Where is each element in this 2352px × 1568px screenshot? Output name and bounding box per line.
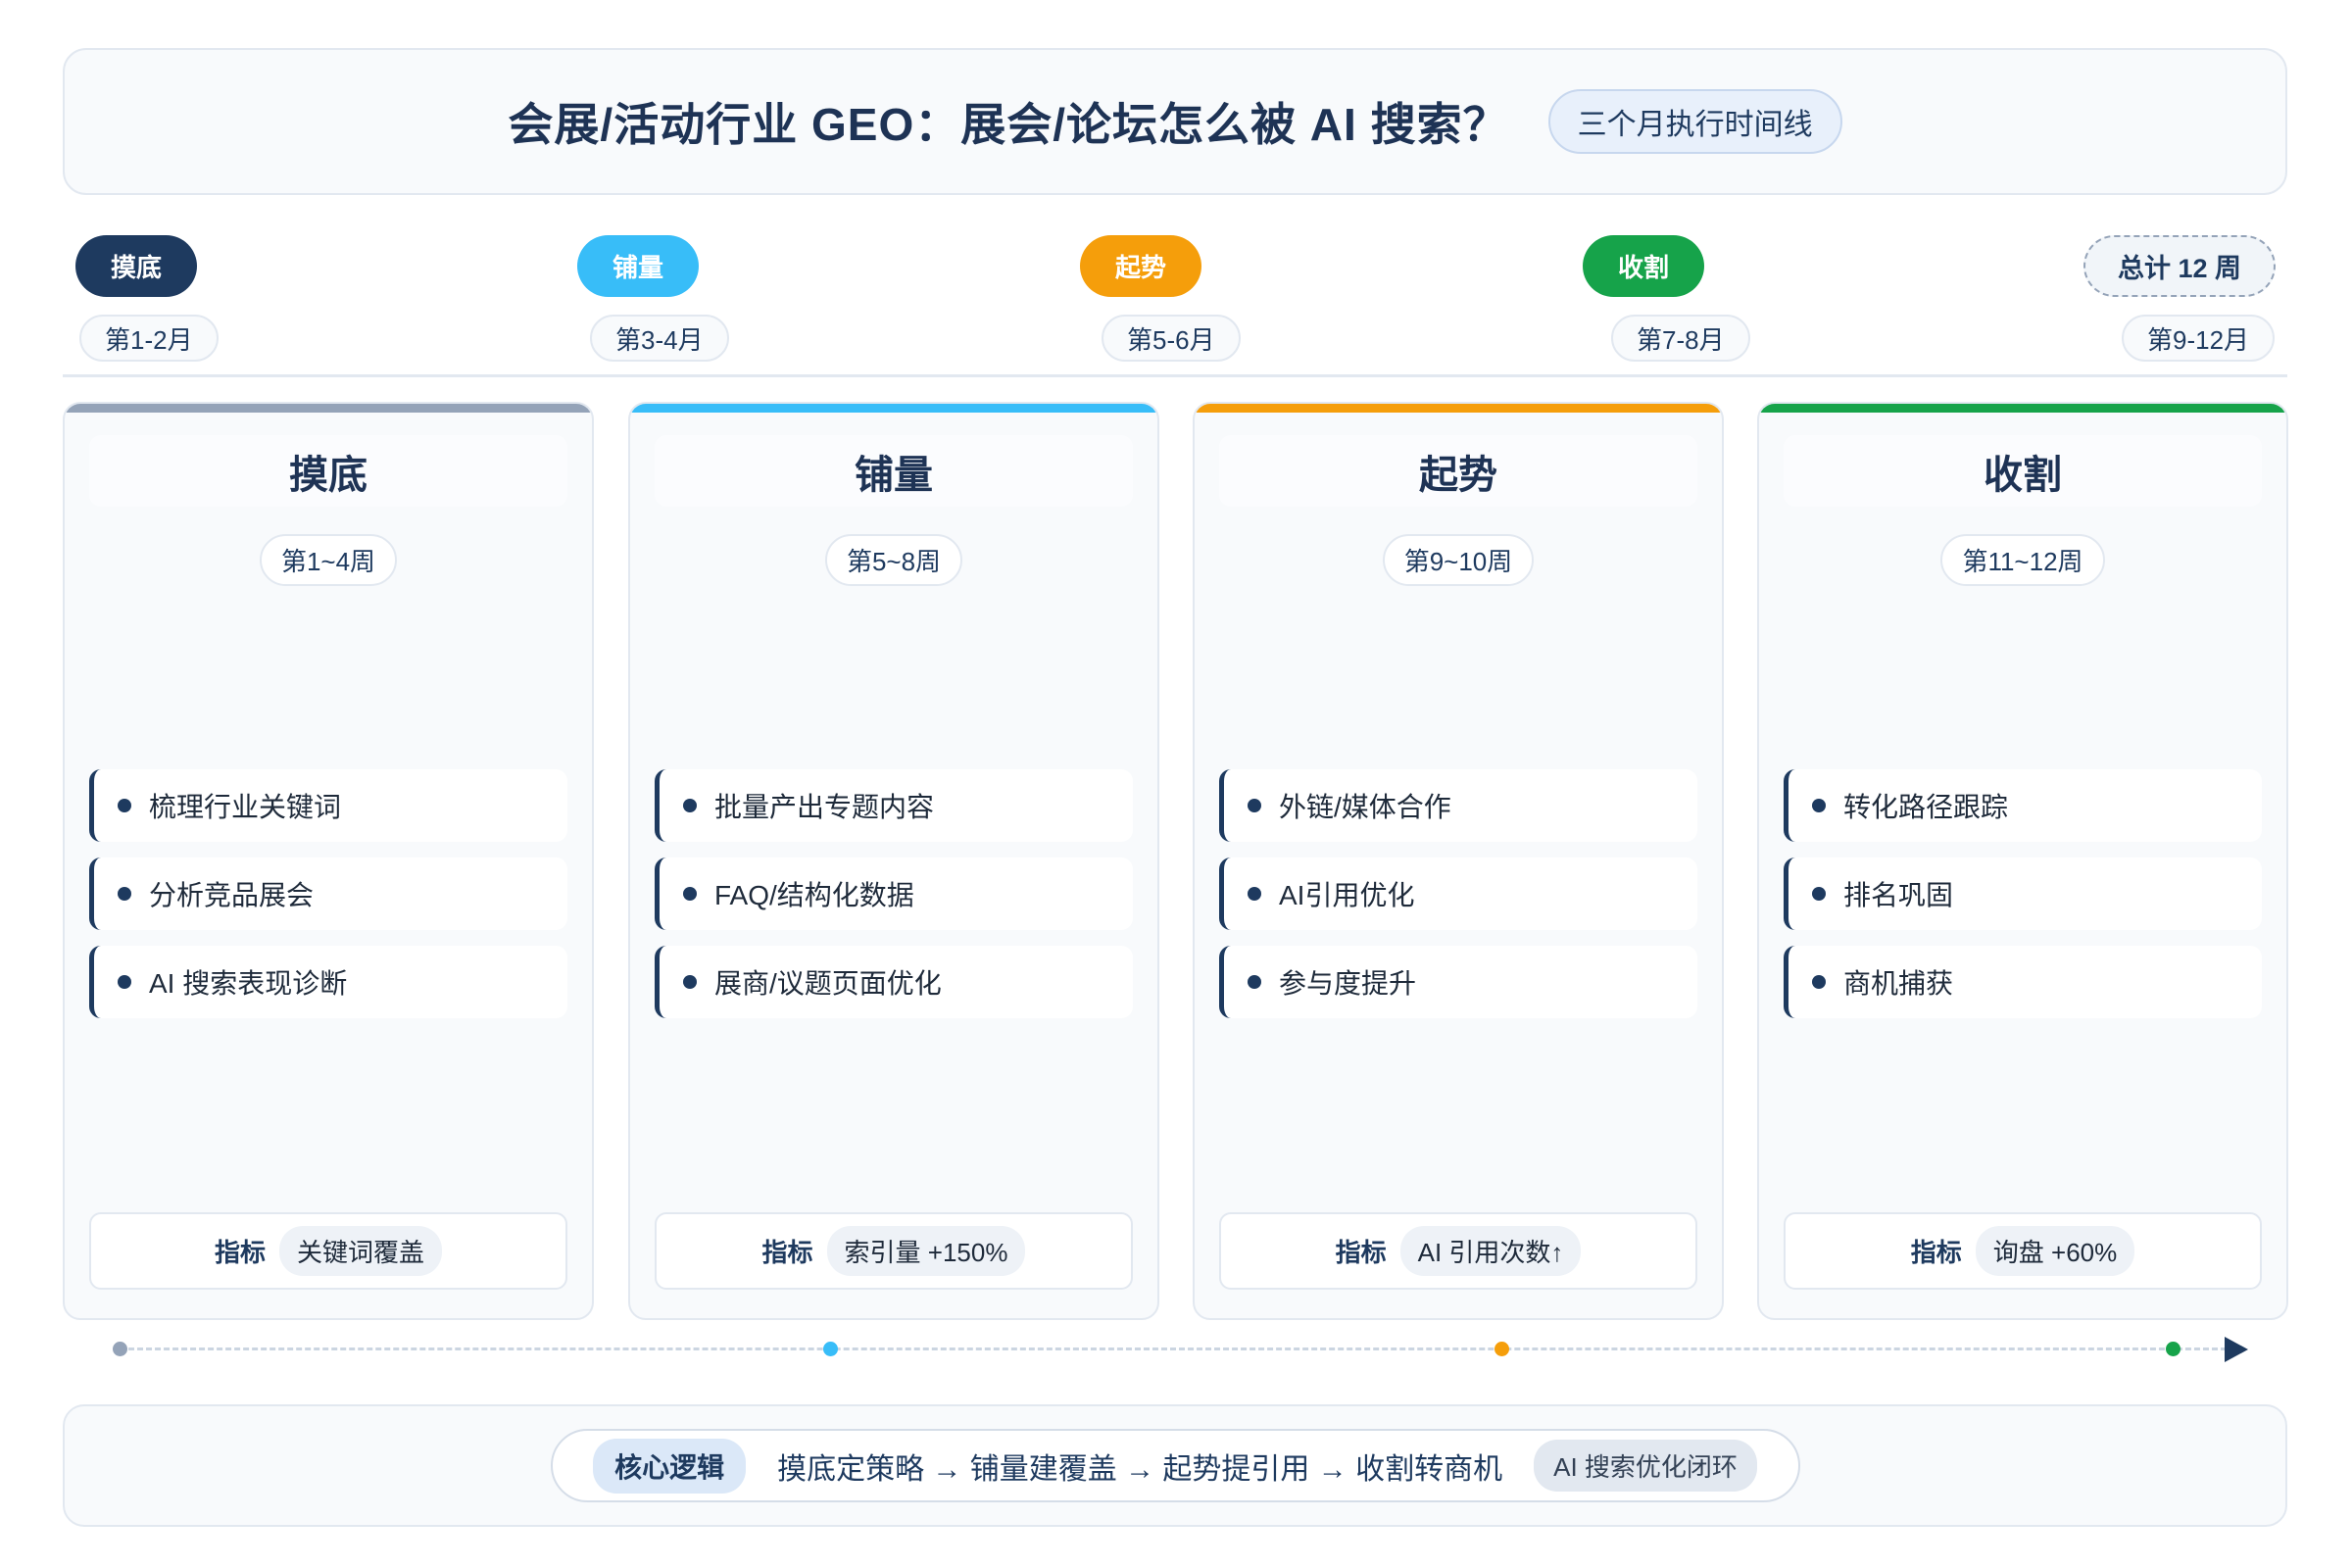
stage-pill-1: 摸底 <box>75 235 197 297</box>
task-label: 梳理行业关键词 <box>149 792 342 822</box>
phase-card-4: 收割 第11~12周 转化路径跟踪 排名巩固 商机捕获 指标 询盘 +60% <box>1757 402 2288 1320</box>
footer-panel: 核心逻辑 摸底定策略 → 铺量建覆盖 → 起势提引用 → 收割转商机 AI 搜索… <box>63 1404 2287 1527</box>
task-item: 商机捕获 <box>1784 946 2262 1018</box>
total-weeks-pill: 总计 12 周 <box>2083 235 2276 297</box>
card-title: 起势 <box>1219 435 1697 507</box>
header-panel: 会展/活动行业 GEO：展会/论坛怎么被 AI 搜索？ 三个月执行时间线 <box>63 48 2287 195</box>
card-accent-bar <box>630 404 1157 413</box>
metric-label: 指标 <box>1335 1238 1387 1267</box>
task-label: 商机捕获 <box>1843 968 1954 999</box>
metric-box: 指标 询盘 +60% <box>1784 1212 2262 1290</box>
core-logic-pill: 核心逻辑 摸底定策略 → 铺量建覆盖 → 起势提引用 → 收割转商机 AI 搜索… <box>550 1429 1800 1502</box>
task-item: 参与度提升 <box>1219 946 1697 1018</box>
task-label: 排名巩固 <box>1843 880 1954 910</box>
metric-label: 指标 <box>214 1238 266 1267</box>
task-item: 批量产出专题内容 <box>655 769 1133 842</box>
card-accent-bar <box>65 404 592 413</box>
progress-dot-4 <box>2166 1342 2180 1356</box>
progress-dot-3 <box>1494 1342 1509 1356</box>
task-item: AI引用优化 <box>1219 858 1697 930</box>
month-pill-5: 第9-12月 <box>2122 315 2276 362</box>
task-label: AI 搜索表现诊断 <box>149 968 348 999</box>
core-logic-tag: AI 搜索优化闭环 <box>1534 1440 1757 1492</box>
page-title: 会展/活动行业 GEO：展会/论坛怎么被 AI 搜索？ <box>508 99 1509 150</box>
phase-card-3: 起势 第9~10周 外链/媒体合作 AI引用优化 参与度提升 指标 AI 引用次… <box>1193 402 1724 1320</box>
metric-value: 询盘 +60% <box>1975 1226 2135 1276</box>
metric-box: 指标 关键词覆盖 <box>89 1212 567 1290</box>
bullet-dot <box>1812 887 1826 901</box>
metric-value: AI 引用次数↑ <box>1399 1226 1582 1276</box>
bullet-dot <box>1248 799 1261 812</box>
task-label: 批量产出专题内容 <box>714 792 935 822</box>
week-range-pill: 第1~4周 <box>259 534 398 586</box>
task-item: AI 搜索表现诊断 <box>89 946 567 1018</box>
task-label: 外链/媒体合作 <box>1279 792 1451 822</box>
task-item: 展商/议题页面优化 <box>655 946 1133 1018</box>
task-item: 分析竞品展会 <box>89 858 567 930</box>
task-item: 排名巩固 <box>1784 858 2262 930</box>
bullet-dot <box>1812 975 1826 989</box>
task-label: 分析竞品展会 <box>149 880 315 910</box>
task-list: 外链/媒体合作 AI引用优化 参与度提升 <box>1219 769 1697 1018</box>
arrow-right-icon <box>2225 1337 2248 1362</box>
progress-dot-1 <box>113 1342 127 1356</box>
stage-pill-3: 起势 <box>1080 235 1201 297</box>
bullet-dot <box>683 799 697 812</box>
week-range-pill: 第5~8周 <box>824 534 963 586</box>
task-list: 梳理行业关键词 分析竞品展会 AI 搜索表现诊断 <box>89 769 567 1018</box>
task-list: 批量产出专题内容 FAQ/结构化数据 展商/议题页面优化 <box>655 769 1133 1018</box>
timeline-divider <box>63 374 2287 377</box>
bullet-dot <box>118 887 131 901</box>
week-range-pill: 第9~10周 <box>1382 534 1535 586</box>
task-item: FAQ/结构化数据 <box>655 858 1133 930</box>
metric-value: 索引量 +150% <box>826 1226 1026 1276</box>
metric-box: 指标 索引量 +150% <box>655 1212 1133 1290</box>
bullet-dot <box>683 887 697 901</box>
progress-dot-2 <box>823 1342 838 1356</box>
metric-box: 指标 AI 引用次数↑ <box>1219 1212 1697 1290</box>
core-logic-flow: 摸底定策略 → 铺量建覆盖 → 起势提引用 → 收割转商机 <box>777 1452 1503 1486</box>
task-label: AI引用优化 <box>1279 880 1415 910</box>
task-item: 梳理行业关键词 <box>89 769 567 842</box>
progress-dashed-line <box>120 1348 2227 1350</box>
bullet-dot <box>1248 887 1261 901</box>
core-logic-label: 核心逻辑 <box>593 1438 747 1494</box>
task-list: 转化路径跟踪 排名巩固 商机捕获 <box>1784 769 2262 1018</box>
metric-label: 指标 <box>761 1238 813 1267</box>
card-title: 铺量 <box>655 435 1133 507</box>
metric-value: 关键词覆盖 <box>279 1226 443 1276</box>
task-label: FAQ/结构化数据 <box>714 880 914 910</box>
metric-label: 指标 <box>1910 1238 1962 1267</box>
phase-card-2: 铺量 第5~8周 批量产出专题内容 FAQ/结构化数据 展商/议题页面优化 指标… <box>628 402 1159 1320</box>
timeline-badge: 三个月执行时间线 <box>1547 89 1842 154</box>
card-accent-bar <box>1759 404 2286 413</box>
task-item: 转化路径跟踪 <box>1784 769 2262 842</box>
bullet-dot <box>118 799 131 812</box>
bullet-dot <box>1248 975 1261 989</box>
task-label: 转化路径跟踪 <box>1843 792 2009 822</box>
bullet-dot <box>683 975 697 989</box>
bullet-dot <box>118 975 131 989</box>
month-pill-4: 第7-8月 <box>1611 315 1750 362</box>
card-title: 收割 <box>1784 435 2262 507</box>
month-pill-1: 第1-2月 <box>79 315 219 362</box>
month-pill-3: 第5-6月 <box>1102 315 1241 362</box>
week-range-pill: 第11~12周 <box>1940 534 2105 586</box>
stage-pill-2: 铺量 <box>577 235 699 297</box>
stage-pill-4: 收割 <box>1583 235 1704 297</box>
task-item: 外链/媒体合作 <box>1219 769 1697 842</box>
task-label: 参与度提升 <box>1279 968 1417 999</box>
card-accent-bar <box>1195 404 1722 413</box>
month-pill-2: 第3-4月 <box>590 315 729 362</box>
card-title: 摸底 <box>89 435 567 507</box>
phase-card-1: 摸底 第1~4周 梳理行业关键词 分析竞品展会 AI 搜索表现诊断 指标 关键词… <box>63 402 594 1320</box>
task-label: 展商/议题页面优化 <box>714 968 942 999</box>
bullet-dot <box>1812 799 1826 812</box>
